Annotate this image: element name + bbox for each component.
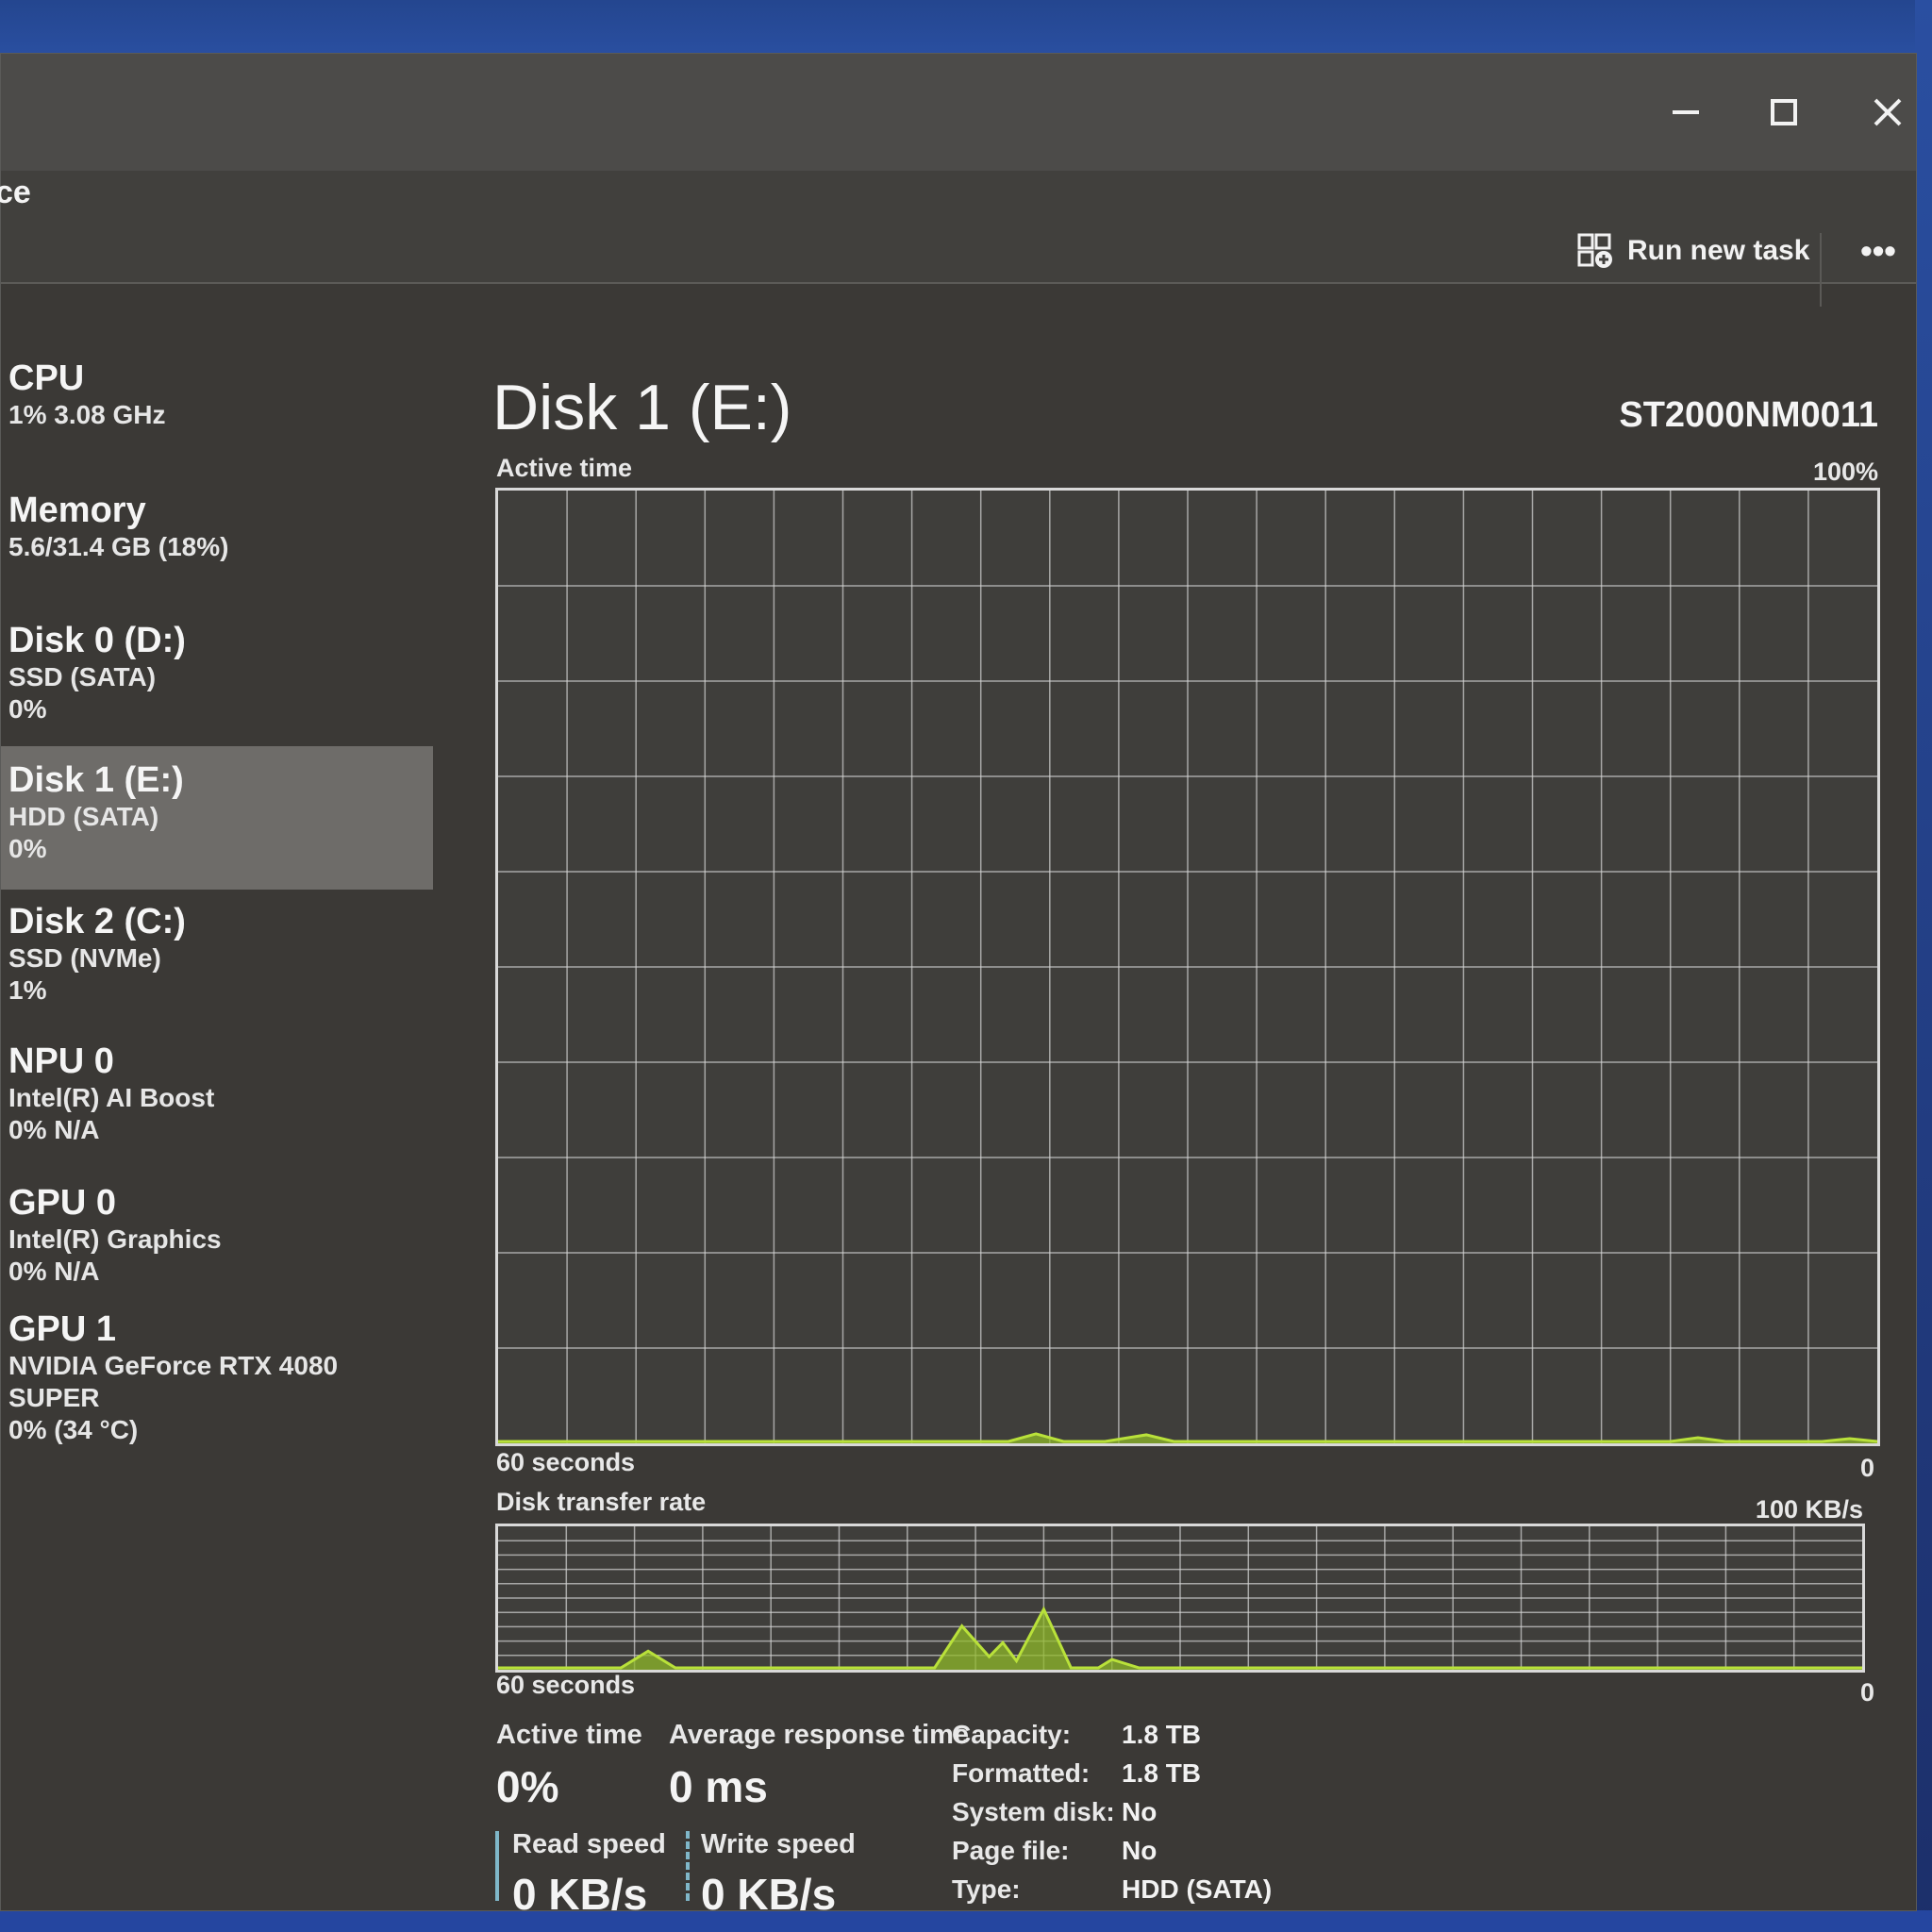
transfer-rate-graph-duration: 60 seconds (496, 1671, 636, 1699)
property-value: 1.8 TB (1122, 1720, 1202, 1749)
property-key: System disk: (952, 1797, 1115, 1826)
sidebar-item-detail: SSD (SATA) (8, 662, 157, 691)
sidebar-item-detail: 0% N/A (8, 1257, 100, 1286)
page-title: ce (0, 175, 31, 210)
disk-title: Disk 1 (E:) (492, 372, 792, 443)
sidebar-item[interactable]: Memory 5.6/31.4 GB (18%) (1, 490, 433, 563)
write-speed-value: 0 KB/s (701, 1870, 837, 1919)
sidebar-item-detail: 5.6/31.4 GB (18%) (8, 532, 229, 561)
sidebar-item-name: Disk 0 (D:) (8, 621, 186, 660)
sidebar-item[interactable]: Disk 2 (C:) SSD (NVMe) 1% (1, 901, 433, 1007)
close-button[interactable] (1840, 54, 1932, 171)
avg-response-value: 0 ms (669, 1762, 768, 1811)
desktop-background-right (1915, 0, 1932, 1932)
sidebar-item[interactable]: Disk 0 (D:) SSD (SATA) 0% (1, 620, 433, 725)
sidebar-item-name: Disk 2 (C:) (8, 902, 186, 941)
command-bar: ce Run new task ••• (0, 171, 1916, 307)
disk-model: ST2000NM0011 (1619, 395, 1878, 435)
sidebar-item-detail: 1% (8, 975, 47, 1005)
taskbar-edge (0, 1910, 1932, 1932)
sidebar-item[interactable]: Disk 1 (E:) HDD (SATA) 0% (1, 746, 433, 890)
minimize-button[interactable] (1639, 54, 1733, 171)
property-key: Capacity: (952, 1720, 1072, 1749)
property-value: No (1122, 1836, 1158, 1865)
sidebar-item-name: GPU 0 (8, 1183, 117, 1223)
sidebar-item-name: NPU 0 (8, 1041, 114, 1081)
active-time-graph (495, 488, 1880, 1446)
active-time-graph-plot (498, 491, 1877, 1443)
maximize-button[interactable] (1737, 54, 1831, 171)
minimize-icon (1673, 110, 1699, 114)
resource-sidebar: CPU 1% 3.08 GHz Memory 5.6/31.4 GB (18%) Dis… (1, 284, 435, 1910)
sidebar-item-detail: Intel(R) Graphics (8, 1224, 222, 1254)
sidebar-item-detail: 1% 3.08 GHz (8, 400, 166, 429)
active-time-graph-max: 100% (1812, 458, 1878, 486)
property-value: HDD (SATA) (1122, 1874, 1273, 1904)
sidebar-item-detail: SSD (NVMe) (8, 943, 161, 973)
transfer-rate-graph-label: Disk transfer rate (496, 1488, 707, 1516)
transfer-rate-graph-max: 100 KB/s (1755, 1495, 1863, 1524)
avg-response-label: Average response time (669, 1720, 970, 1750)
sidebar-item-name: GPU 1 (8, 1309, 117, 1349)
read-speed-value: 0 KB/s (512, 1870, 648, 1919)
active-time-graph-label: Active time (496, 454, 633, 482)
property-key: Type: (952, 1874, 1021, 1904)
sidebar-item-detail: Intel(R) AI Boost (8, 1083, 215, 1112)
sidebar-item-name: CPU (8, 358, 85, 398)
active-time-graph-min: 0 (1859, 1454, 1874, 1482)
property-value: No (1122, 1797, 1158, 1826)
transfer-rate-graph-plot (498, 1526, 1862, 1670)
title-bar (1, 54, 1916, 171)
write-speed-indicator (686, 1831, 690, 1901)
sidebar-item-detail: 0% (8, 694, 47, 724)
maximize-icon (1771, 99, 1797, 125)
write-speed-label: Write speed (701, 1829, 856, 1859)
sidebar-item-detail: 0% (8, 834, 47, 863)
transfer-rate-graph-min: 0 (1859, 1678, 1874, 1707)
read-speed-label: Read speed (512, 1829, 666, 1859)
sidebar-item[interactable]: NPU 0 Intel(R) AI Boost 0% N/A (1, 1041, 433, 1146)
run-new-task-button[interactable]: Run new task (1576, 227, 1809, 275)
read-speed-indicator (495, 1831, 499, 1901)
active-time-value: 0% (496, 1762, 559, 1811)
active-time-label: Active time (496, 1720, 642, 1750)
transfer-rate-graph (495, 1524, 1865, 1673)
active-time-graph-duration: 60 seconds (496, 1448, 636, 1476)
close-icon (1874, 98, 1902, 126)
sidebar-item-name: Memory (8, 491, 146, 530)
disk-detail-panel: Disk 1 (E:) ST2000NM0011 Active time 100… (491, 284, 1888, 1919)
desktop-background-top (0, 0, 1932, 57)
sidebar-item[interactable]: GPU 1 NVIDIA GeForce RTX 4080 SUPER 0% (34… (1, 1308, 433, 1446)
sidebar-item[interactable]: CPU 1% 3.08 GHz (1, 358, 433, 431)
sidebar-item-detail: HDD (SATA) (8, 802, 159, 831)
sidebar-item-detail: 0% N/A (8, 1115, 100, 1144)
property-key: Page file: (952, 1836, 1070, 1865)
sidebar-item[interactable]: GPU 0 Intel(R) Graphics 0% N/A (1, 1182, 433, 1288)
run-new-task-label: Run new task (1627, 235, 1810, 266)
task-manager-window: ce Run new task ••• CPU 1% 3.08 GHz Memory… (0, 53, 1917, 1919)
sidebar-item-name: Disk 1 (E:) (8, 760, 184, 800)
sidebar-item-detail: NVIDIA GeForce RTX 4080 SUPER (8, 1351, 339, 1412)
property-key: Formatted: (952, 1758, 1091, 1788)
property-value: 1.8 TB (1122, 1758, 1202, 1788)
run-task-icon (1577, 233, 1612, 268)
more-options-button[interactable]: ••• (1850, 227, 1907, 275)
sidebar-item-detail: 0% (34 °C) (8, 1415, 139, 1444)
